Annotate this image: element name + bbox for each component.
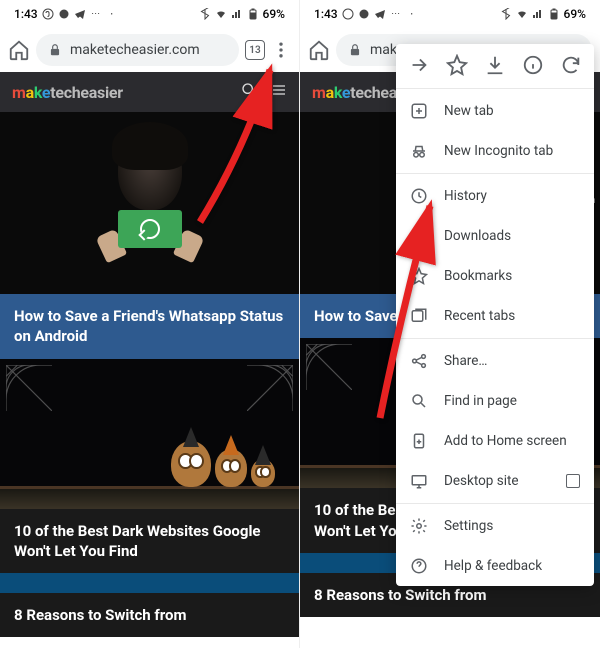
wifi-icon — [215, 8, 227, 20]
recent-tabs-icon — [410, 307, 428, 325]
menu-settings[interactable]: Settings — [396, 506, 594, 546]
menu-recent-tabs[interactable]: Recent tabs — [396, 296, 594, 336]
menu-label: Downloads — [444, 228, 511, 244]
signal-icon — [231, 8, 243, 20]
whatsapp-status-icon — [42, 8, 54, 20]
url-bar[interactable]: maketecheasier.com — [36, 34, 239, 66]
messenger-status-icon — [358, 8, 370, 20]
site-header: maketecheasier — [0, 72, 299, 112]
menu-label: Find in page — [444, 393, 517, 409]
battery-icon — [548, 8, 560, 20]
search-icon[interactable] — [241, 82, 257, 102]
menu-divider — [396, 173, 594, 174]
status-time: 1:43 — [14, 7, 38, 21]
status-time: 1:43 — [314, 7, 338, 21]
menu-label: Share… — [444, 353, 487, 369]
battery-icon — [247, 8, 259, 20]
article-title: How to Save a Friend's Whatsapp Status o… — [0, 294, 299, 359]
url-text: maketecheasier.com — [70, 42, 200, 58]
menu-label: Bookmarks — [444, 268, 512, 284]
menu-label: New tab — [444, 103, 494, 119]
article-image — [0, 573, 299, 593]
menu-divider — [396, 88, 594, 89]
menu-label: Add to Home screen — [444, 433, 567, 449]
menu-downloads[interactable]: Downloads — [396, 216, 594, 256]
tab-count[interactable]: 13 — [245, 40, 265, 60]
downloads-icon — [410, 227, 428, 245]
menu-desktop-site[interactable]: Desktop site — [396, 461, 594, 501]
lock-icon — [48, 43, 62, 57]
add-home-icon — [410, 432, 428, 450]
desktop-site-checkbox[interactable] — [566, 474, 580, 488]
menu-label: Desktop site — [444, 473, 519, 489]
menu-divider — [396, 503, 594, 504]
star-icon[interactable] — [446, 54, 468, 76]
incognito-icon — [410, 142, 428, 160]
address-bar: maketecheasier.com 13 — [0, 28, 299, 72]
article-darkweb[interactable]: 10 of the Best Dark Websites Google Won'… — [0, 359, 299, 574]
help-icon — [410, 557, 428, 575]
menu-help[interactable]: Help & feedback — [396, 546, 594, 586]
menu-label: Settings — [444, 518, 493, 534]
refresh-icon[interactable] — [560, 54, 582, 76]
article-switch[interactable]: 8 Reasons to Switch from — [0, 573, 299, 637]
whatsapp-status-icon — [342, 8, 354, 20]
menu-label: Recent tabs — [444, 308, 515, 324]
menu-incognito[interactable]: New Incognito tab — [396, 131, 594, 171]
plus-tab-icon — [410, 102, 428, 120]
dot-status-icon: • — [406, 8, 418, 20]
bluetooth-icon — [199, 8, 211, 20]
article-title: 8 Reasons to Switch from — [0, 593, 299, 637]
article-image — [0, 112, 299, 294]
status-bar: 1:43 ⋯ • 69% — [300, 0, 600, 28]
bookmarks-icon — [410, 267, 428, 285]
menu-bookmarks[interactable]: Bookmarks — [396, 256, 594, 296]
menu-label: Help & feedback — [444, 558, 542, 574]
article-title: 10 of the Best Dark Websites Google Won'… — [0, 509, 299, 574]
share-icon — [410, 352, 428, 370]
article-image — [0, 359, 299, 509]
download-icon[interactable] — [484, 54, 506, 76]
dot-status-icon: • — [106, 8, 118, 20]
phone-right: 1:43 ⋯ • 69% maket — [300, 0, 600, 648]
site-logo[interactable]: maketecheasier — [12, 83, 123, 102]
menu-share[interactable]: Share… — [396, 341, 594, 381]
desktop-icon — [410, 472, 428, 490]
more-status-icon: ⋯ — [90, 8, 102, 20]
history-icon — [410, 187, 428, 205]
gear-icon — [410, 517, 428, 535]
bluetooth-icon — [500, 8, 512, 20]
status-bar: 1:43 ⋯ • 69% — [0, 0, 299, 28]
forward-icon[interactable] — [408, 54, 430, 76]
menu-label: History — [444, 188, 487, 204]
chrome-menu: New tab New Incognito tab History Downlo… — [396, 44, 594, 586]
menu-divider — [396, 338, 594, 339]
menu-hamburger-icon[interactable] — [271, 82, 287, 102]
home-icon[interactable] — [8, 39, 30, 61]
menu-history[interactable]: History — [396, 176, 594, 216]
info-icon[interactable] — [522, 54, 544, 76]
signal-icon — [532, 8, 544, 20]
telegram-status-icon — [374, 8, 386, 20]
menu-icon-row — [396, 44, 594, 86]
menu-label: New Incognito tab — [444, 143, 553, 159]
phone-left: 1:43 ⋯ • 69% maketecheasier.com 13 — [0, 0, 300, 648]
telegram-status-icon — [74, 8, 86, 20]
find-icon — [410, 392, 428, 410]
battery-percent: 69% — [564, 7, 586, 21]
more-menu-icon[interactable] — [271, 40, 291, 60]
messenger-status-icon — [58, 8, 70, 20]
menu-new-tab[interactable]: New tab — [396, 91, 594, 131]
battery-percent: 69% — [263, 7, 285, 21]
wifi-icon — [516, 8, 528, 20]
menu-add-home[interactable]: Add to Home screen — [396, 421, 594, 461]
menu-find-in-page[interactable]: Find in page — [396, 381, 594, 421]
lock-icon — [348, 43, 362, 57]
home-icon[interactable] — [308, 39, 330, 61]
more-status-icon: ⋯ — [390, 8, 402, 20]
article-whatsapp[interactable]: How to Save a Friend's Whatsapp Status o… — [0, 112, 299, 359]
